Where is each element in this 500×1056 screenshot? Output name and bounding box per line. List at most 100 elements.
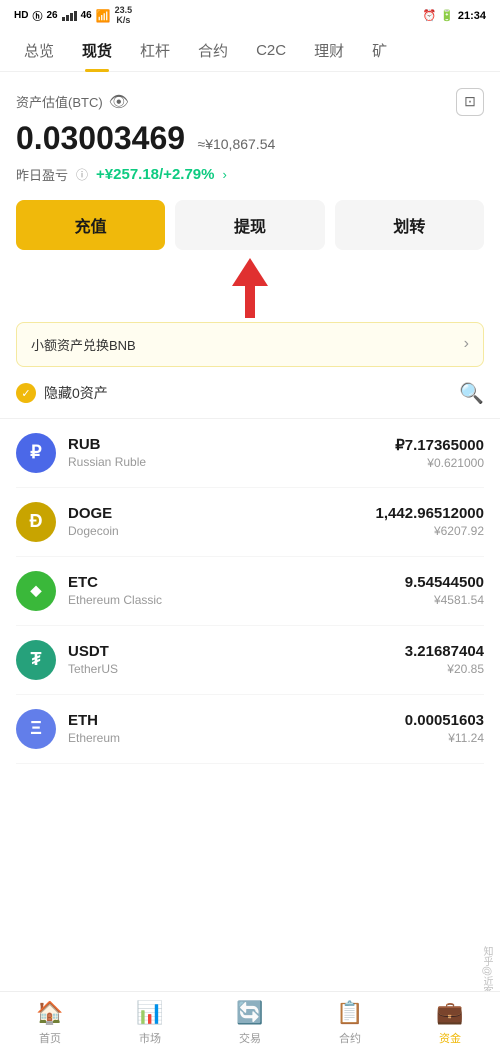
- filter-left: ✓ 隐藏0资产: [16, 383, 108, 403]
- arrow-annotation: [16, 258, 484, 318]
- doge-cny: ¥6207.92: [376, 524, 484, 538]
- record-icon[interactable]: ⊡: [456, 88, 484, 116]
- bar1: [62, 17, 65, 21]
- withdraw-button[interactable]: 提现: [175, 200, 324, 250]
- doge-symbol: DOGE: [68, 505, 376, 522]
- pnl-value: +¥257.18/+2.79%: [96, 166, 214, 183]
- nav-futures-label: 合约: [339, 1030, 361, 1046]
- eth-amount: 0.00051603: [405, 712, 484, 729]
- arrow-head: [232, 258, 268, 286]
- funds-icon: 💼: [436, 1000, 463, 1026]
- doge-balance: 1,442.96512000 ¥6207.92: [376, 505, 484, 538]
- signal-26: 26: [46, 10, 57, 21]
- search-icon[interactable]: 🔍: [459, 381, 484, 406]
- record-symbol: ⊡: [464, 93, 476, 110]
- pnl-label: 昨日盈亏: [16, 165, 68, 184]
- tab-mining[interactable]: 矿: [358, 30, 401, 71]
- nav-trade[interactable]: 🔄 交易: [200, 992, 300, 1056]
- network-type: 46: [81, 10, 92, 21]
- usdt-cny: ¥20.85: [405, 662, 484, 676]
- bottom-spacer: [16, 764, 484, 844]
- bnb-banner[interactable]: 小额资产兑换BNB ›: [16, 322, 484, 367]
- bar4: [74, 11, 77, 21]
- action-buttons: 充值 提现 划转: [16, 200, 484, 250]
- list-item: ◆ ETC Ethereum Classic 9.54544500 ¥4581.…: [16, 557, 484, 626]
- status-right: ⏰ 🔋 21:34: [422, 9, 486, 22]
- cny-value: ≈¥10,867.54: [198, 136, 276, 152]
- nav-tabs: 总览 现货 杠杆 合约 C2C 理财 矿: [0, 30, 500, 72]
- tab-overview[interactable]: 总览: [10, 30, 68, 71]
- filter-text: 隐藏0资产: [44, 383, 108, 403]
- doge-icon: Ð: [16, 502, 56, 542]
- nav-market-label: 市场: [139, 1030, 161, 1046]
- rub-name: Russian Ruble: [68, 455, 395, 469]
- etc-name: Ethereum Classic: [68, 593, 405, 607]
- list-item: ₽ RUB Russian Ruble ₽7.17365000 ¥0.62100…: [16, 419, 484, 488]
- doge-name: Dogecoin: [68, 524, 376, 538]
- nav-home[interactable]: 🏠 首页: [0, 992, 100, 1056]
- etc-icon: ◆: [16, 571, 56, 611]
- nav-futures[interactable]: 📋 合约: [300, 992, 400, 1056]
- eth-symbol: ETH: [68, 712, 405, 729]
- network-speed: 23.5K/s: [115, 6, 133, 26]
- etc-balance: 9.54544500 ¥4581.54: [405, 574, 484, 607]
- asset-label-text: 资产估值(BTC): [16, 92, 103, 111]
- doge-amount: 1,442.96512000: [376, 505, 484, 522]
- eth-name: Ethereum: [68, 731, 405, 745]
- bottom-nav: 🏠 首页 📊 市场 🔄 交易 📋 合约 💼 资金: [0, 991, 500, 1056]
- status-bar: HD ⓗ 26 46 📶 23.5K/s ⏰ 🔋 21:34: [0, 0, 500, 30]
- deposit-button[interactable]: 充值: [16, 200, 165, 250]
- wifi-icon: 📶: [96, 9, 111, 23]
- arrow-shaft: [245, 286, 255, 318]
- tab-c2c[interactable]: C2C: [242, 32, 300, 69]
- list-item: Ð DOGE Dogecoin 1,442.96512000 ¥6207.92: [16, 488, 484, 557]
- check-icon[interactable]: ✓: [16, 383, 36, 403]
- nav-home-label: 首页: [39, 1030, 61, 1046]
- usdt-icon: ₮: [16, 640, 56, 680]
- bar2: [66, 15, 69, 21]
- signal-bars: [62, 11, 77, 21]
- transfer-button[interactable]: 划转: [335, 200, 484, 250]
- list-item: Ξ ETH Ethereum 0.00051603 ¥11.24: [16, 695, 484, 764]
- nav-trade-label: 交易: [239, 1030, 261, 1046]
- pnl-row: 昨日盈亏 ⓘ +¥257.18/+2.79% ›: [16, 165, 484, 184]
- battery-icon: 🔋: [440, 9, 454, 22]
- usdt-info: USDT TetherUS: [68, 643, 405, 676]
- etc-cny: ¥4581.54: [405, 593, 484, 607]
- eye-icon[interactable]: 👁: [109, 92, 129, 112]
- status-left: HD ⓗ 26 46 📶 23.5K/s: [14, 6, 132, 26]
- tab-spot[interactable]: 现货: [68, 30, 126, 71]
- tab-margin[interactable]: 杠杆: [126, 30, 184, 71]
- tab-futures[interactable]: 合约: [184, 30, 242, 71]
- btc-value: 0.03003469: [16, 120, 185, 156]
- network-indicator: ⓗ: [32, 8, 42, 23]
- rub-icon: ₽: [16, 433, 56, 473]
- etc-amount: 9.54544500: [405, 574, 484, 591]
- asset-list: ₽ RUB Russian Ruble ₽7.17365000 ¥0.62100…: [16, 419, 484, 764]
- eth-cny: ¥11.24: [405, 731, 484, 745]
- nav-funds[interactable]: 💼 资金: [400, 992, 500, 1056]
- tab-finance[interactable]: 理财: [300, 30, 358, 71]
- market-icon: 📊: [136, 1000, 163, 1026]
- home-icon: 🏠: [36, 1000, 63, 1026]
- alarm-icon: ⏰: [422, 9, 436, 22]
- etc-symbol: ETC: [68, 574, 405, 591]
- pnl-chevron: ›: [222, 167, 226, 182]
- futures-icon: 📋: [336, 1000, 363, 1026]
- eth-icon: Ξ: [16, 709, 56, 749]
- rub-balance: ₽7.17365000 ¥0.621000: [395, 436, 484, 470]
- pnl-info-icon: ⓘ: [76, 166, 88, 183]
- list-item: ₮ USDT TetherUS 3.21687404 ¥20.85: [16, 626, 484, 695]
- usdt-amount: 3.21687404: [405, 643, 484, 660]
- usdt-name: TetherUS: [68, 662, 405, 676]
- asset-header: 资产估值(BTC) 👁 ⊡: [16, 88, 484, 116]
- red-arrow-group: [232, 258, 268, 318]
- rub-amount: ₽7.17365000: [395, 436, 484, 454]
- nav-market[interactable]: 📊 市场: [100, 992, 200, 1056]
- assets-filter: ✓ 隐藏0资产 🔍: [16, 381, 484, 406]
- eth-balance: 0.00051603 ¥11.24: [405, 712, 484, 745]
- trade-icon: 🔄: [236, 1000, 263, 1026]
- rub-symbol: RUB: [68, 436, 395, 453]
- bar3: [70, 13, 73, 21]
- asset-value-row: 0.03003469 ≈¥10,867.54: [16, 120, 484, 157]
